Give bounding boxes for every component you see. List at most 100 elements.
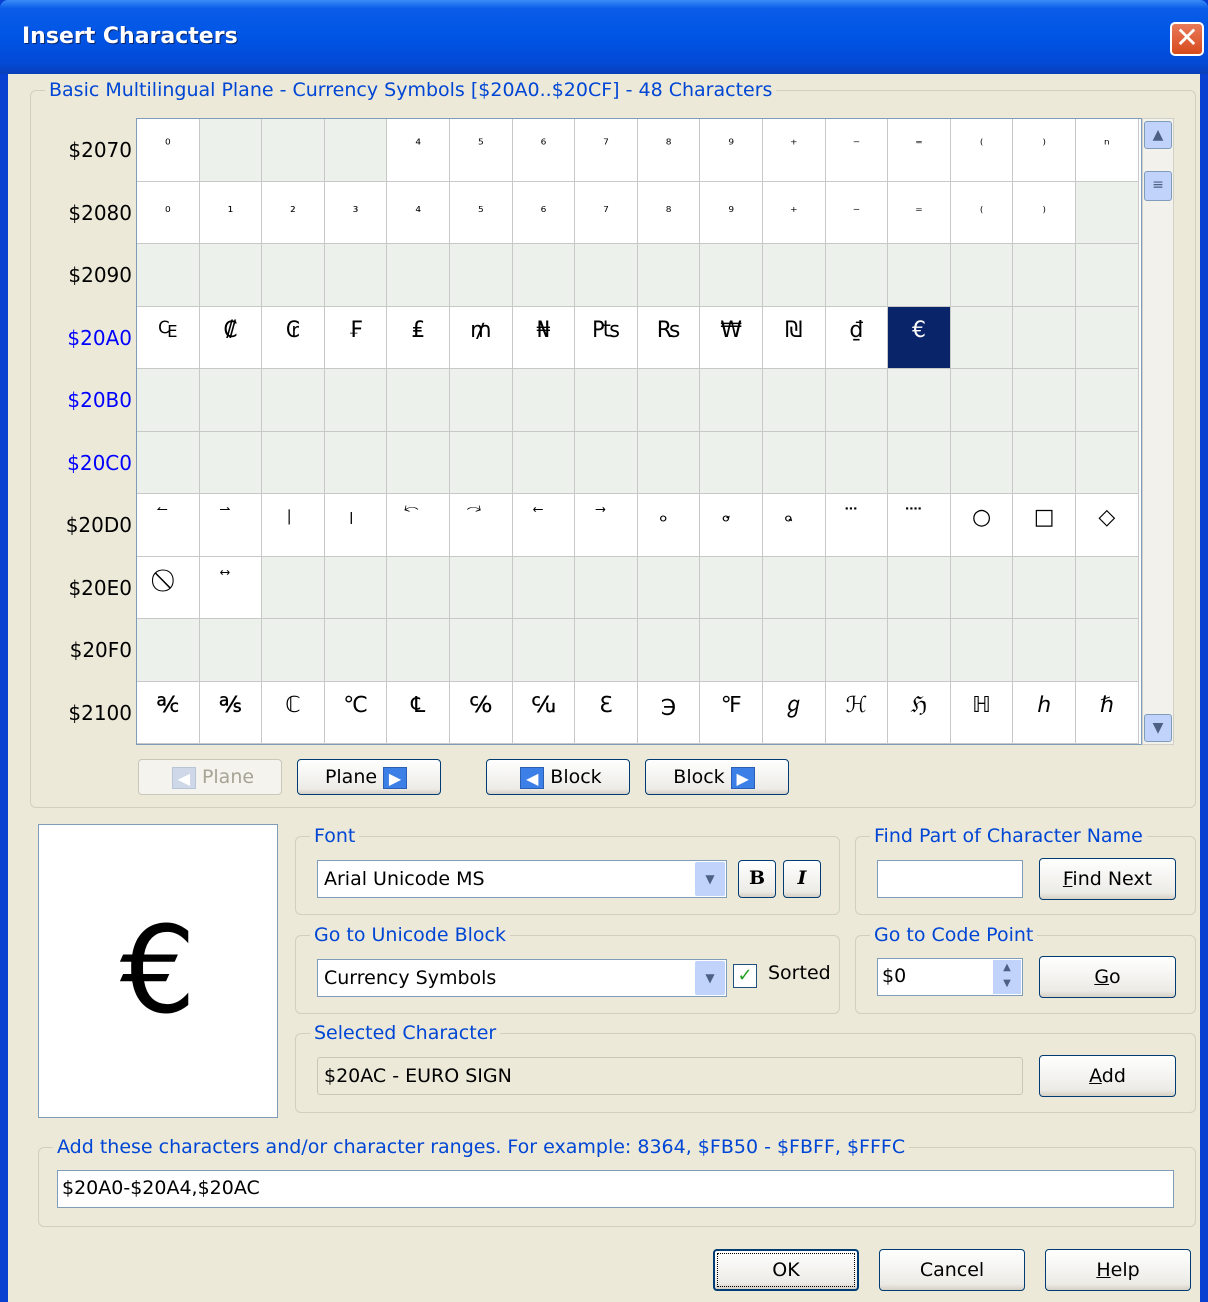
grid-cell[interactable] xyxy=(825,244,889,307)
grid-cell[interactable] xyxy=(1013,431,1076,494)
grid-cell[interactable] xyxy=(825,431,889,494)
grid-cell[interactable]: ₍ xyxy=(950,181,1014,244)
grid-cell[interactable]: ⁹ xyxy=(700,119,763,182)
grid-cell[interactable] xyxy=(637,556,701,619)
grid-cell[interactable]: ₂ xyxy=(262,181,325,244)
grid-cell[interactable] xyxy=(700,244,763,307)
grid-cell[interactable]: ₁ xyxy=(199,181,263,244)
grid-cell[interactable]: ℄ xyxy=(387,681,450,744)
grid-cell[interactable]: ₌ xyxy=(888,181,951,244)
grid-cell[interactable] xyxy=(575,369,638,432)
grid-cell[interactable] xyxy=(700,431,763,494)
grid-cell[interactable]: ⁰ xyxy=(137,119,200,182)
grid-cell[interactable] xyxy=(450,369,513,432)
find-next-button[interactable]: Find Next xyxy=(1039,858,1176,900)
unicode-block-select[interactable]: Currency Symbols ▼ xyxy=(317,959,727,997)
grid-cell[interactable] xyxy=(199,431,263,494)
grid-cell[interactable] xyxy=(1076,556,1139,619)
grid-cell[interactable] xyxy=(324,119,388,182)
go-button[interactable]: Go xyxy=(1039,956,1176,998)
grid-cell[interactable] xyxy=(262,369,325,432)
grid-cell[interactable]: ℆ xyxy=(512,681,576,744)
code-point-spinner[interactable]: $0 ▲ ▼ xyxy=(877,958,1023,996)
grid-cell[interactable]: ℇ xyxy=(575,681,638,744)
title-bar[interactable]: Insert Characters ✕ xyxy=(0,0,1208,74)
grid-cell[interactable] xyxy=(888,244,951,307)
grid-cell[interactable]: ◇ xyxy=(1076,494,1139,557)
grid-cell[interactable]: ⁵ xyxy=(450,119,513,182)
grid-cell[interactable]: ₊ xyxy=(763,181,826,244)
grid-cell[interactable] xyxy=(387,244,450,307)
find-name-input[interactable] xyxy=(877,860,1023,898)
grid-cell[interactable] xyxy=(324,244,388,307)
grid-cell[interactable]: ℈ xyxy=(637,681,701,744)
grid-cell[interactable]: ℋ xyxy=(825,681,889,744)
grid-cell[interactable]: ⁾ xyxy=(1013,119,1076,182)
grid-cell[interactable]: ⃒ xyxy=(262,494,325,557)
grid-cell[interactable] xyxy=(1013,306,1076,369)
grid-cell[interactable] xyxy=(1076,244,1139,307)
grid-cell[interactable] xyxy=(450,619,513,682)
grid-cell[interactable] xyxy=(888,431,951,494)
grid-cell[interactable]: ₫ xyxy=(825,306,889,369)
grid-cell[interactable] xyxy=(262,556,325,619)
grid-cell[interactable]: ₈ xyxy=(637,181,701,244)
grid-cell[interactable] xyxy=(324,556,388,619)
grid-cell[interactable] xyxy=(575,556,638,619)
grid-cell[interactable]: ⁼ xyxy=(888,119,951,182)
grid-cell[interactable]: ₦ xyxy=(512,306,576,369)
prev-block-button[interactable]: ◀ Block xyxy=(486,759,630,795)
grid-cell[interactable] xyxy=(763,369,826,432)
grid-cell[interactable]: ℃ xyxy=(324,681,388,744)
grid-cell[interactable] xyxy=(1013,556,1076,619)
grid-cell[interactable] xyxy=(262,244,325,307)
grid-cell[interactable]: ℊ xyxy=(763,681,826,744)
grid-cell[interactable]: ₀ xyxy=(137,181,200,244)
grid-cell[interactable] xyxy=(763,431,826,494)
grid-cell[interactable]: ₣ xyxy=(324,306,388,369)
scroll-down-button[interactable]: ▼ xyxy=(1144,714,1172,742)
grid-cell[interactable] xyxy=(137,619,200,682)
grid-cell[interactable]: ⃙ xyxy=(700,494,763,557)
grid-cell[interactable] xyxy=(763,556,826,619)
grid-cell[interactable]: ℎ xyxy=(1013,681,1076,744)
grid-cell[interactable] xyxy=(637,369,701,432)
grid-cell[interactable] xyxy=(763,244,826,307)
grid-cell[interactable] xyxy=(950,619,1014,682)
grid-cell[interactable]: ⁺ xyxy=(763,119,826,182)
grid-cell[interactable] xyxy=(199,369,263,432)
grid-cell[interactable] xyxy=(950,431,1014,494)
grid-cell[interactable] xyxy=(450,431,513,494)
grid-cell[interactable]: ₧ xyxy=(575,306,638,369)
grid-cell[interactable]: ⁴ xyxy=(387,119,450,182)
grid-cell[interactable]: ℏ xyxy=(1076,681,1139,744)
grid-cell[interactable]: ⁸ xyxy=(637,119,701,182)
grid-cell[interactable]: ⃑ xyxy=(199,494,263,557)
grid-cell[interactable] xyxy=(1013,244,1076,307)
grid-cell[interactable]: ⃡ xyxy=(199,556,263,619)
grid-cell[interactable]: ₄ xyxy=(387,181,450,244)
grid-cell[interactable] xyxy=(324,431,388,494)
grid-cell[interactable] xyxy=(1013,619,1076,682)
chevron-down-icon[interactable]: ▼ xyxy=(695,961,725,995)
grid-cell[interactable] xyxy=(1076,306,1139,369)
grid-cell[interactable]: ₨ xyxy=(637,306,701,369)
grid-cell[interactable] xyxy=(888,369,951,432)
grid-cell[interactable] xyxy=(950,244,1014,307)
chevron-down-icon[interactable]: ▼ xyxy=(695,862,725,896)
grid-cell[interactable] xyxy=(199,244,263,307)
grid-cell[interactable] xyxy=(637,431,701,494)
grid-cell[interactable] xyxy=(450,556,513,619)
grid-cell[interactable]: ₅ xyxy=(450,181,513,244)
help-button[interactable]: Help xyxy=(1045,1249,1191,1291)
grid-cell[interactable] xyxy=(1013,369,1076,432)
grid-cell[interactable]: ₩ xyxy=(700,306,763,369)
grid-cell[interactable]: ₃ xyxy=(324,181,388,244)
grid-cell[interactable]: ⃓ xyxy=(324,494,388,557)
grid-cell[interactable] xyxy=(387,369,450,432)
grid-cell[interactable]: ⁿ xyxy=(1076,119,1139,182)
next-block-button[interactable]: Block ▶ xyxy=(645,759,789,795)
cancel-button[interactable]: Cancel xyxy=(879,1249,1025,1291)
grid-cell[interactable] xyxy=(1076,181,1139,244)
scroll-up-button[interactable]: ▲ xyxy=(1144,121,1172,149)
